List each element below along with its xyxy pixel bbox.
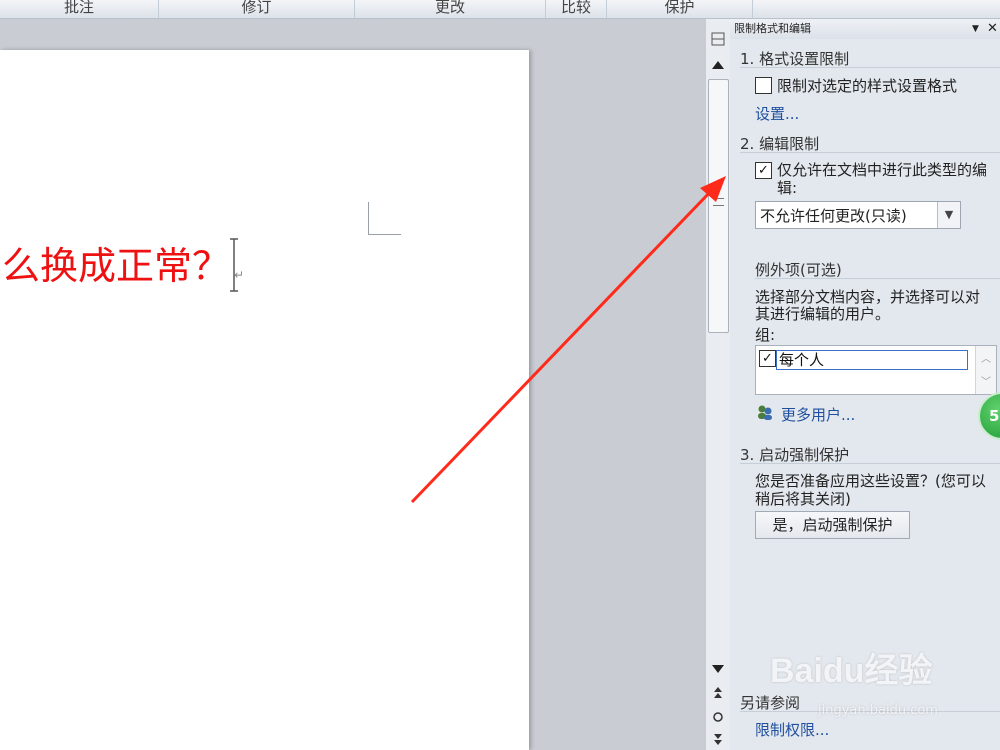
ribbon-group-comments: 批注 xyxy=(0,0,159,18)
groups-list[interactable]: ✓ 每个人 ︿ ﹀ xyxy=(755,345,997,395)
document-page[interactable]: 么换成正常？ ↵ xyxy=(0,50,529,750)
section3-desc-line2: 稍后将其关闭) xyxy=(755,490,851,508)
page-margin-corner-mark xyxy=(368,202,401,235)
pane-header: 限制格式和编辑 ▼ ✕ xyxy=(730,19,1000,39)
divider xyxy=(755,278,1000,279)
chevron-up-icon[interactable]: ︿ xyxy=(976,350,996,365)
group-item-everyone[interactable]: 每个人 xyxy=(776,350,968,370)
exceptions-heading: 例外项(可选) xyxy=(755,261,842,279)
pane-title: 限制格式和编辑 xyxy=(734,22,811,35)
ribbon-group-compare: 比较 xyxy=(546,0,607,18)
close-icon[interactable]: ✕ xyxy=(987,19,998,39)
text-cursor-icon xyxy=(230,238,238,292)
scrollbar-thumb[interactable] xyxy=(708,79,729,333)
allow-editing-label-line2: 辑: xyxy=(777,179,798,197)
settings-link[interactable]: 设置... xyxy=(755,103,799,124)
restrict-editing-pane: 限制格式和编辑 ▼ ✕ 1. 格式设置限制 限制对选定的样式设置格式 设置...… xyxy=(730,19,1000,750)
baidu-watermark: Baidu经验 jingyan.baidu.com xyxy=(770,643,990,723)
select-browse-object-icon[interactable] xyxy=(709,709,727,725)
list-scrollbar[interactable]: ︿ ﹀ xyxy=(975,346,996,394)
limit-formatting-checkbox[interactable] xyxy=(755,77,772,94)
ribbon-group-tracking: 修订 xyxy=(159,0,355,18)
groups-label: 组: xyxy=(755,326,776,344)
divider xyxy=(740,463,1000,464)
editing-type-dropdown[interactable]: 不允许任何更改(只读) ▼ xyxy=(755,201,961,229)
divider xyxy=(740,152,1000,153)
ribbon-group-changes: 更改 xyxy=(355,0,546,18)
limit-formatting-label: 限制对选定的样式设置格式 xyxy=(777,77,958,95)
next-page-icon[interactable] xyxy=(709,731,727,747)
everyone-checkbox[interactable]: ✓ xyxy=(759,350,776,367)
start-enforcing-protection-button[interactable]: 是，启动强制保护 xyxy=(755,511,910,539)
grip-icon xyxy=(713,198,724,206)
section3-heading: 3. 启动强制保护 xyxy=(740,446,850,464)
ribbon-group-protect: 保护 xyxy=(607,0,753,18)
section2-heading: 2. 编辑限制 xyxy=(740,135,820,153)
paragraph-mark-icon: ↵ xyxy=(234,268,245,282)
chevron-down-icon[interactable]: ﹀ xyxy=(976,373,996,388)
pane-options-icon[interactable]: ▼ xyxy=(972,19,979,39)
watermark-logo: Baidu经验 xyxy=(770,652,933,690)
chevron-down-icon[interactable]: ▼ xyxy=(937,202,960,228)
watermark-url: jingyan.baidu.com xyxy=(818,703,938,718)
previous-page-icon[interactable] xyxy=(709,685,727,701)
dropdown-value: 不允许任何更改(只读) xyxy=(760,207,907,225)
exceptions-desc-line2: 其进行编辑的用户。 xyxy=(755,305,891,323)
group-item-label: 每个人 xyxy=(779,351,825,369)
triangle-up-icon[interactable] xyxy=(709,57,727,73)
divider xyxy=(740,67,1000,68)
users-icon[interactable] xyxy=(756,403,774,421)
allow-editing-type-checkbox[interactable]: ✓ xyxy=(755,162,772,179)
section1-heading: 1. 格式设置限制 xyxy=(740,50,850,68)
more-users-link[interactable]: 更多用户... xyxy=(781,404,855,425)
allow-editing-label-line1: 仅允许在文档中进行此类型的编 xyxy=(777,161,988,179)
document-text[interactable]: 么换成正常？ xyxy=(2,244,230,288)
floating-counter-badge[interactable]: 52 xyxy=(978,392,1000,440)
split-view-icon[interactable] xyxy=(709,31,727,47)
ribbon-group-labels: 批注 修订 更改 比较 保护 xyxy=(0,0,1000,19)
triangle-down-icon[interactable] xyxy=(709,661,727,677)
vertical-scrollbar[interactable] xyxy=(705,19,731,750)
